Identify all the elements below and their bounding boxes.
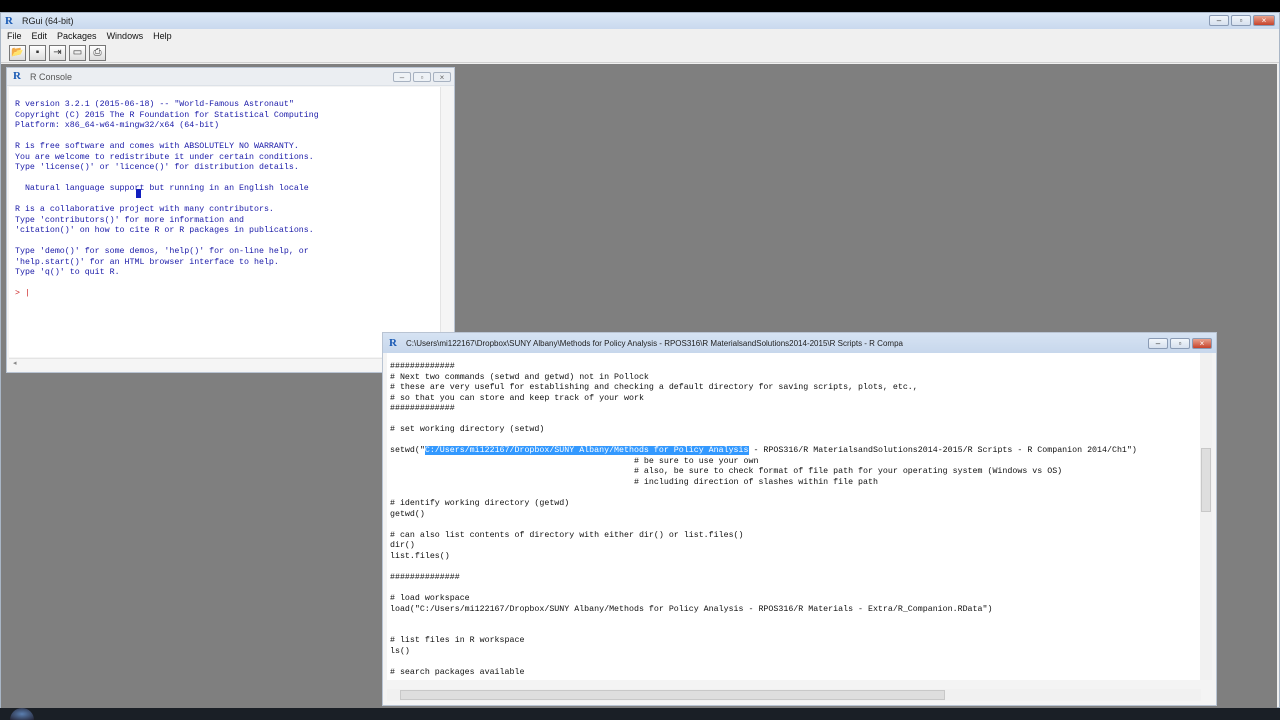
script-text-after-selection: - RPOS316/R MaterialsandSolutions2014-20… xyxy=(390,446,1137,677)
close-icon[interactable]: × xyxy=(1253,15,1275,26)
menu-windows[interactable]: Windows xyxy=(107,31,144,41)
rgui-main-window: R RGui (64-bit) – ▫ × File Edit Packages… xyxy=(0,12,1280,708)
minimize-icon[interactable]: – xyxy=(1148,338,1168,349)
r-logo-icon: R xyxy=(5,14,13,27)
selected-text[interactable]: C:/Users/mi122167/Dropbox/SUNY Albany/Me… xyxy=(424,446,749,456)
toolbar: 📂 ▪ ⇥ ▭ ⎙ xyxy=(1,43,1279,63)
save-icon[interactable]: ▪ xyxy=(29,44,46,61)
start-button[interactable] xyxy=(10,708,34,720)
menu-packages[interactable]: Packages xyxy=(57,31,97,41)
r-logo-icon: R xyxy=(13,70,21,82)
minimize-icon[interactable]: – xyxy=(1209,15,1229,26)
script-text-before-selection: ############# # Next two commands (setwd… xyxy=(390,362,918,456)
menu-edit[interactable]: Edit xyxy=(32,31,48,41)
console-horizontal-scrollbar[interactable]: ◂ xyxy=(9,358,442,370)
console-title-bar[interactable]: R R Console xyxy=(7,68,454,86)
script-editor-window[interactable]: R C:\Users\mi122167\Dropbox\SUNY Albany\… xyxy=(382,332,1217,706)
menu-file[interactable]: File xyxy=(7,31,22,41)
load-workspace-icon[interactable]: ⇥ xyxy=(49,44,66,61)
mdi-workspace: R R Console – ▫ × R version 3.2.1 (2015-… xyxy=(1,64,1277,708)
editor-horizontal-scrollbar[interactable] xyxy=(387,689,1201,701)
menu-bar: File Edit Packages Windows Help xyxy=(1,29,1279,43)
editor-title-text: C:\Users\mi122167\Dropbox\SUNY Albany\Me… xyxy=(406,338,903,348)
editor-hscroll-thumb[interactable] xyxy=(400,690,945,700)
console-window-controls: – ▫ × xyxy=(393,72,451,82)
console-output[interactable]: R version 3.2.1 (2015-06-18) -- "World-F… xyxy=(9,87,442,357)
script-text-area[interactable]: ############# # Next two commands (setwd… xyxy=(387,353,1201,680)
minimize-icon[interactable]: – xyxy=(393,72,411,82)
console-text: R version 3.2.1 (2015-06-18) -- "World-F… xyxy=(15,100,319,277)
rgui-title-text: RGui (64-bit) xyxy=(22,16,74,26)
top-black-band xyxy=(0,0,1280,12)
print-icon[interactable]: ⎙ xyxy=(89,44,106,61)
menu-help[interactable]: Help xyxy=(153,31,172,41)
editor-title-bar[interactable]: R C:\Users\mi122167\Dropbox\SUNY Albany\… xyxy=(383,333,1216,353)
close-icon[interactable]: × xyxy=(1192,338,1212,349)
console-title-text: R Console xyxy=(30,71,73,82)
console-prompt[interactable]: > | xyxy=(15,289,30,298)
maximize-icon[interactable]: ▫ xyxy=(1170,338,1190,349)
console-icon[interactable]: ▭ xyxy=(69,44,86,61)
r-logo-icon: R xyxy=(389,336,397,349)
editor-vscroll-thumb[interactable] xyxy=(1201,448,1211,512)
open-script-icon[interactable]: 📂 xyxy=(9,44,26,61)
maximize-icon[interactable]: ▫ xyxy=(413,72,431,82)
editor-window-controls: – ▫ × xyxy=(1148,338,1212,349)
close-icon[interactable]: × xyxy=(433,72,451,82)
maximize-icon[interactable]: ▫ xyxy=(1231,15,1251,26)
console-vertical-scrollbar[interactable] xyxy=(440,87,452,357)
taskbar xyxy=(0,708,1280,720)
editor-vertical-scrollbar[interactable] xyxy=(1200,353,1212,680)
rgui-window-controls: – ▫ × xyxy=(1209,15,1275,26)
rgui-title-bar[interactable]: R RGui (64-bit) – ▫ × xyxy=(1,13,1279,29)
r-console-window[interactable]: R R Console – ▫ × R version 3.2.1 (2015-… xyxy=(6,67,455,373)
mouse-cursor-block xyxy=(136,189,141,198)
